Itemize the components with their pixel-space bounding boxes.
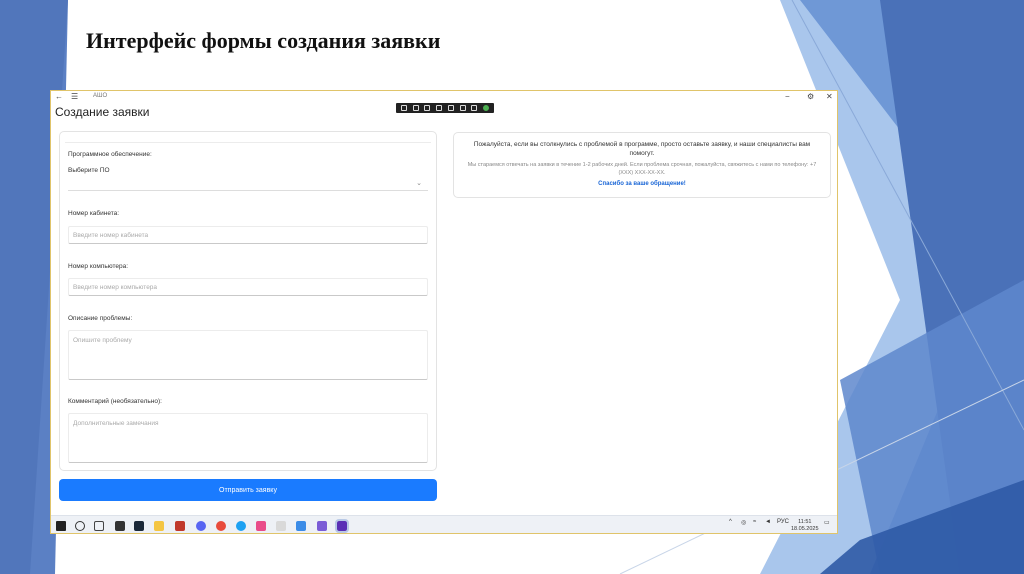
file-explorer-icon[interactable] xyxy=(154,521,164,531)
clock-date: 18.05.2025 xyxy=(791,526,819,532)
status-ok-icon xyxy=(483,105,490,111)
notifications-icon[interactable]: ▭ xyxy=(824,519,830,526)
app-red-icon[interactable] xyxy=(175,521,185,531)
office-number-input[interactable] xyxy=(68,226,428,244)
page-title: Создание заявки xyxy=(55,105,150,119)
software-select-label: Выберите ПО xyxy=(68,167,110,174)
refresh-icon[interactable] xyxy=(447,105,454,111)
inspect-icon[interactable] xyxy=(424,105,431,111)
search-icon[interactable] xyxy=(75,521,85,531)
comment-textarea[interactable] xyxy=(68,413,428,463)
problem-description-label: Описание проблемы: xyxy=(68,315,133,322)
steam-icon[interactable] xyxy=(134,521,144,531)
comment-label: Комментарий (необязательно): xyxy=(68,398,162,405)
office-number-label: Номер кабинета: xyxy=(68,210,120,217)
info-text-secondary: Мы стараемся отвечать на заявки в течени… xyxy=(467,162,817,176)
problem-description-textarea[interactable] xyxy=(68,330,428,380)
active-app-icon[interactable] xyxy=(335,519,349,533)
tray-chevron-icon[interactable]: ^ xyxy=(729,519,732,525)
chevron-down-icon: ⌄ xyxy=(416,180,422,187)
debug-toolbar xyxy=(396,103,494,113)
minimize-icon[interactable]: − xyxy=(785,92,790,102)
divider xyxy=(65,142,431,143)
software-select[interactable]: ⌄ xyxy=(68,178,428,191)
windows-taskbar: ^ ◎ ≈ ◄ РУС 11:51 18.05.2025 ▭ xyxy=(51,515,837,533)
settings-icon[interactable]: ⚙ xyxy=(807,92,814,102)
binding-icon[interactable] xyxy=(471,105,478,111)
chrome-icon[interactable] xyxy=(236,521,246,531)
clock-time: 11:51 xyxy=(798,519,812,525)
task-view-icon[interactable] xyxy=(94,521,104,531)
discord-icon[interactable] xyxy=(196,521,206,531)
frame-icon[interactable] xyxy=(412,105,419,111)
window-titlebar: ← ☰ АШО − ⚙ ✕ xyxy=(51,91,837,103)
clock[interactable]: 11:51 18.05.2025 xyxy=(791,519,819,533)
menu-icon[interactable]: ☰ xyxy=(71,92,78,102)
computer-number-input[interactable] xyxy=(68,278,428,296)
grid-icon[interactable] xyxy=(459,105,466,111)
close-icon[interactable]: ✕ xyxy=(826,92,833,102)
browser-icon[interactable] xyxy=(216,521,226,531)
pointer-icon[interactable] xyxy=(400,105,407,111)
slide-title: Интерфейс формы создания заявки xyxy=(86,28,441,53)
app-gray-icon[interactable] xyxy=(276,521,286,531)
software-section-label: Программное обеспечение: xyxy=(68,151,152,158)
wifi-icon[interactable]: ≈ xyxy=(753,519,756,525)
app-name: АШО xyxy=(93,93,108,99)
visual-studio-icon[interactable] xyxy=(317,521,327,531)
request-form: Программное обеспечение: Выберите ПО ⌄ Н… xyxy=(59,131,437,471)
start-menu-icon[interactable] xyxy=(56,521,66,531)
terminal-icon[interactable] xyxy=(115,521,125,531)
thanks-text: Спасибо за ваше обращение! xyxy=(598,181,686,187)
app-pink-icon[interactable] xyxy=(256,521,266,531)
tray-app-icon[interactable]: ◎ xyxy=(741,519,746,526)
volume-icon[interactable]: ◄ xyxy=(765,519,771,525)
submit-request-button[interactable]: Отправить заявку xyxy=(59,479,437,501)
computer-number-label: Номер компьютера: xyxy=(68,263,129,270)
layout-icon[interactable] xyxy=(436,105,443,111)
info-text-main: Пожалуйста, если вы столкнулись с пробле… xyxy=(473,141,811,157)
app-screenshot: ← ☰ АШО − ⚙ ✕ Создание заявки Программно… xyxy=(50,90,838,534)
language-indicator[interactable]: РУС xyxy=(777,519,789,525)
back-arrow-icon[interactable]: ← xyxy=(55,92,63,102)
app-blue-icon[interactable] xyxy=(296,521,306,531)
info-panel: Пожалуйста, если вы столкнулись с пробле… xyxy=(453,132,831,198)
